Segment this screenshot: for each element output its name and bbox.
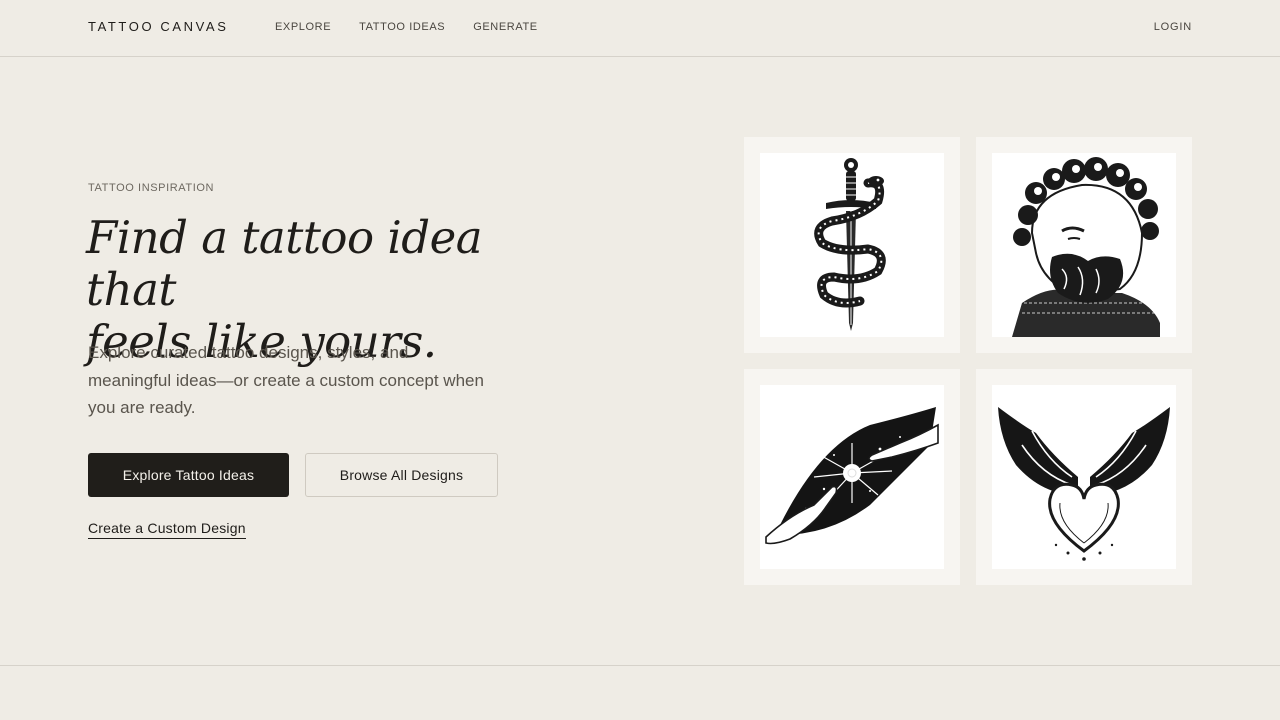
nav-explore[interactable]: EXPLORE — [275, 21, 331, 33]
dagger-snake-icon — [760, 153, 944, 337]
browse-all-designs-button[interactable]: Browse All Designs — [305, 453, 498, 497]
gallery-tile-reaching-hands[interactable] — [744, 369, 960, 585]
winged-heart-icon — [992, 385, 1176, 569]
gallery-tile-greek-statue[interactable] — [976, 137, 1192, 353]
top-navigation-bar: TATTOO CANVAS EXPLORE TATTOO IDEAS GENER… — [0, 0, 1280, 57]
gallery-tile-dagger-snake[interactable] — [744, 137, 960, 353]
hero-eyebrow: TATTOO INSPIRATION — [88, 182, 215, 194]
nav-generate[interactable]: GENERATE — [473, 21, 538, 33]
gallery-tile-winged-heart[interactable] — [976, 369, 1192, 585]
reaching-hands-icon — [760, 385, 944, 569]
brand-logo[interactable]: TATTOO CANVAS — [88, 19, 228, 34]
login-link[interactable]: LOGIN — [1154, 21, 1192, 33]
main-nav: EXPLORE TATTOO IDEAS GENERATE — [275, 21, 566, 33]
create-custom-design-link[interactable]: Create a Custom Design — [88, 520, 246, 539]
explore-tattoo-ideas-button[interactable]: Explore Tattoo Ideas — [88, 453, 289, 497]
hero-description: Explore curated tattoo designs, styles, … — [88, 343, 484, 417]
section-divider — [0, 665, 1280, 666]
nav-tattoo-ideas[interactable]: TATTOO IDEAS — [359, 21, 445, 33]
greek-statue-head-icon — [992, 153, 1176, 337]
headline-line-1: Find a tattoo idea that — [86, 211, 483, 316]
